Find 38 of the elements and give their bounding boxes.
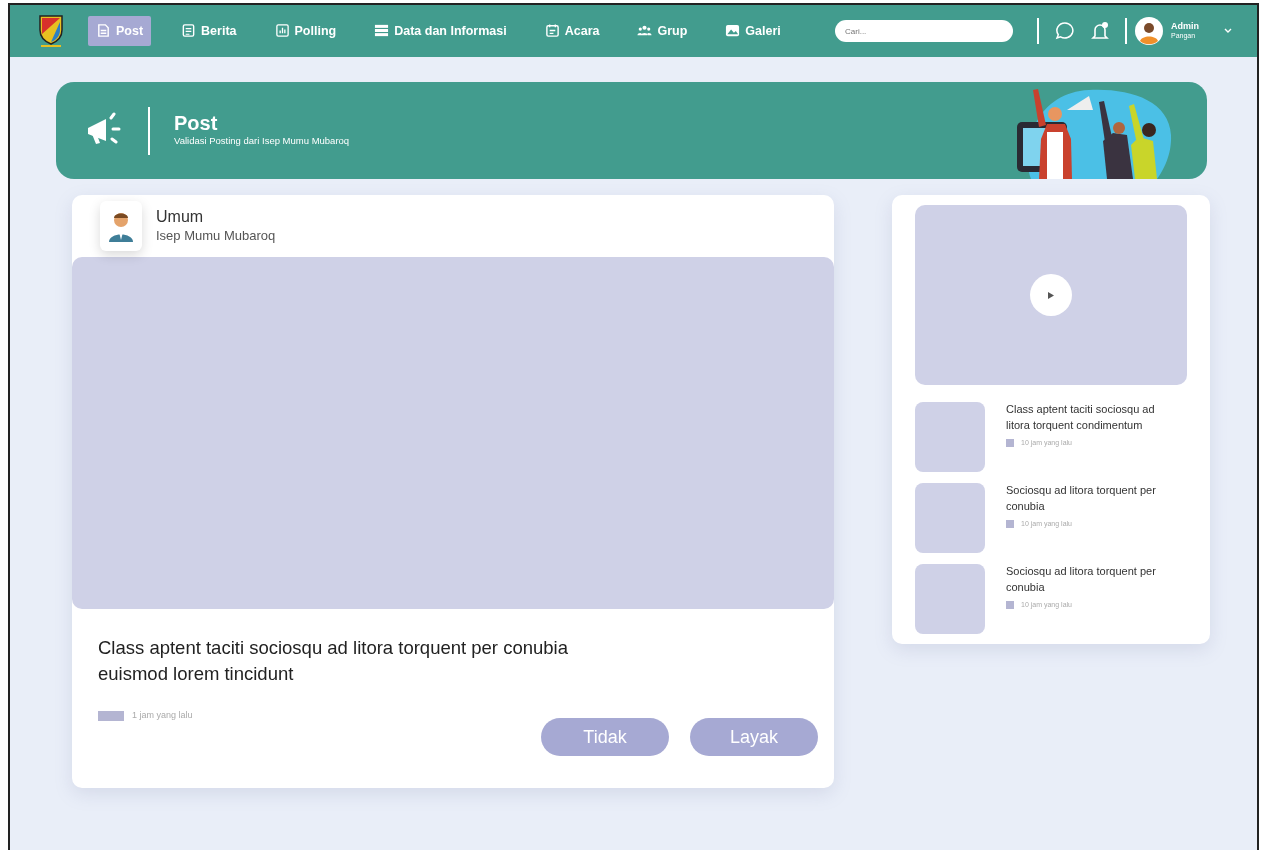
post-time: 1 jam yang lalu (132, 708, 193, 722)
post-category: Umum (156, 206, 205, 226)
time-marker (1006, 520, 1014, 529)
thumbnail (915, 483, 985, 553)
nav-tab[interactable]: Berita (173, 15, 245, 47)
post-text: Class aptent taciti sociosqu ad litora torquent per conubia euismod lorem tincidunt (98, 636, 569, 686)
chevron-down-icon[interactable] (1223, 27, 1233, 35)
banner-title: Post (174, 112, 219, 135)
nav-tab[interactable]: Acara (536, 15, 608, 47)
search-field[interactable]: Cari... (835, 20, 1013, 42)
avatar-icon (1135, 17, 1163, 45)
image-icon (725, 22, 741, 38)
bell-icon[interactable] (1091, 21, 1109, 41)
crest-icon (38, 14, 64, 48)
post-author: Isep Mumu Mubaroq (156, 226, 276, 245)
thumbnail (915, 402, 985, 472)
nav-tab[interactable]: Polling (266, 15, 345, 47)
user-name: Admin (1171, 22, 1199, 33)
nav-tab[interactable]: Data dan Informasi (366, 15, 515, 47)
document-icon (96, 22, 111, 38)
banner-subtitle: Validasi Posting dari Isep Mumu Mubaroq (174, 134, 350, 149)
chat-icon[interactable] (1055, 21, 1075, 41)
nav-tab[interactable]: Grup (629, 15, 696, 47)
time-marker (98, 710, 124, 721)
nav-tab[interactable]: Galeri (717, 15, 789, 47)
author-avatar (100, 201, 142, 251)
article-title[interactable]: Class aptent taciti sociosqu ad litora torquent condimentum (1006, 402, 1158, 434)
play-icon (1048, 291, 1054, 299)
nav-tab[interactable]: Post (88, 15, 152, 47)
time-marker (1006, 439, 1014, 448)
article-title[interactable]: Sociosqu ad litora torquent per conubia (1006, 483, 1158, 515)
article-title[interactable]: Sociosqu ad litora torquent per conubia (1006, 564, 1158, 596)
calendar-icon (544, 22, 560, 38)
document-icon (181, 22, 197, 38)
thumbnail (915, 564, 985, 634)
chart-icon (274, 22, 290, 38)
time-marker (1006, 601, 1014, 610)
list-icon (374, 22, 390, 38)
